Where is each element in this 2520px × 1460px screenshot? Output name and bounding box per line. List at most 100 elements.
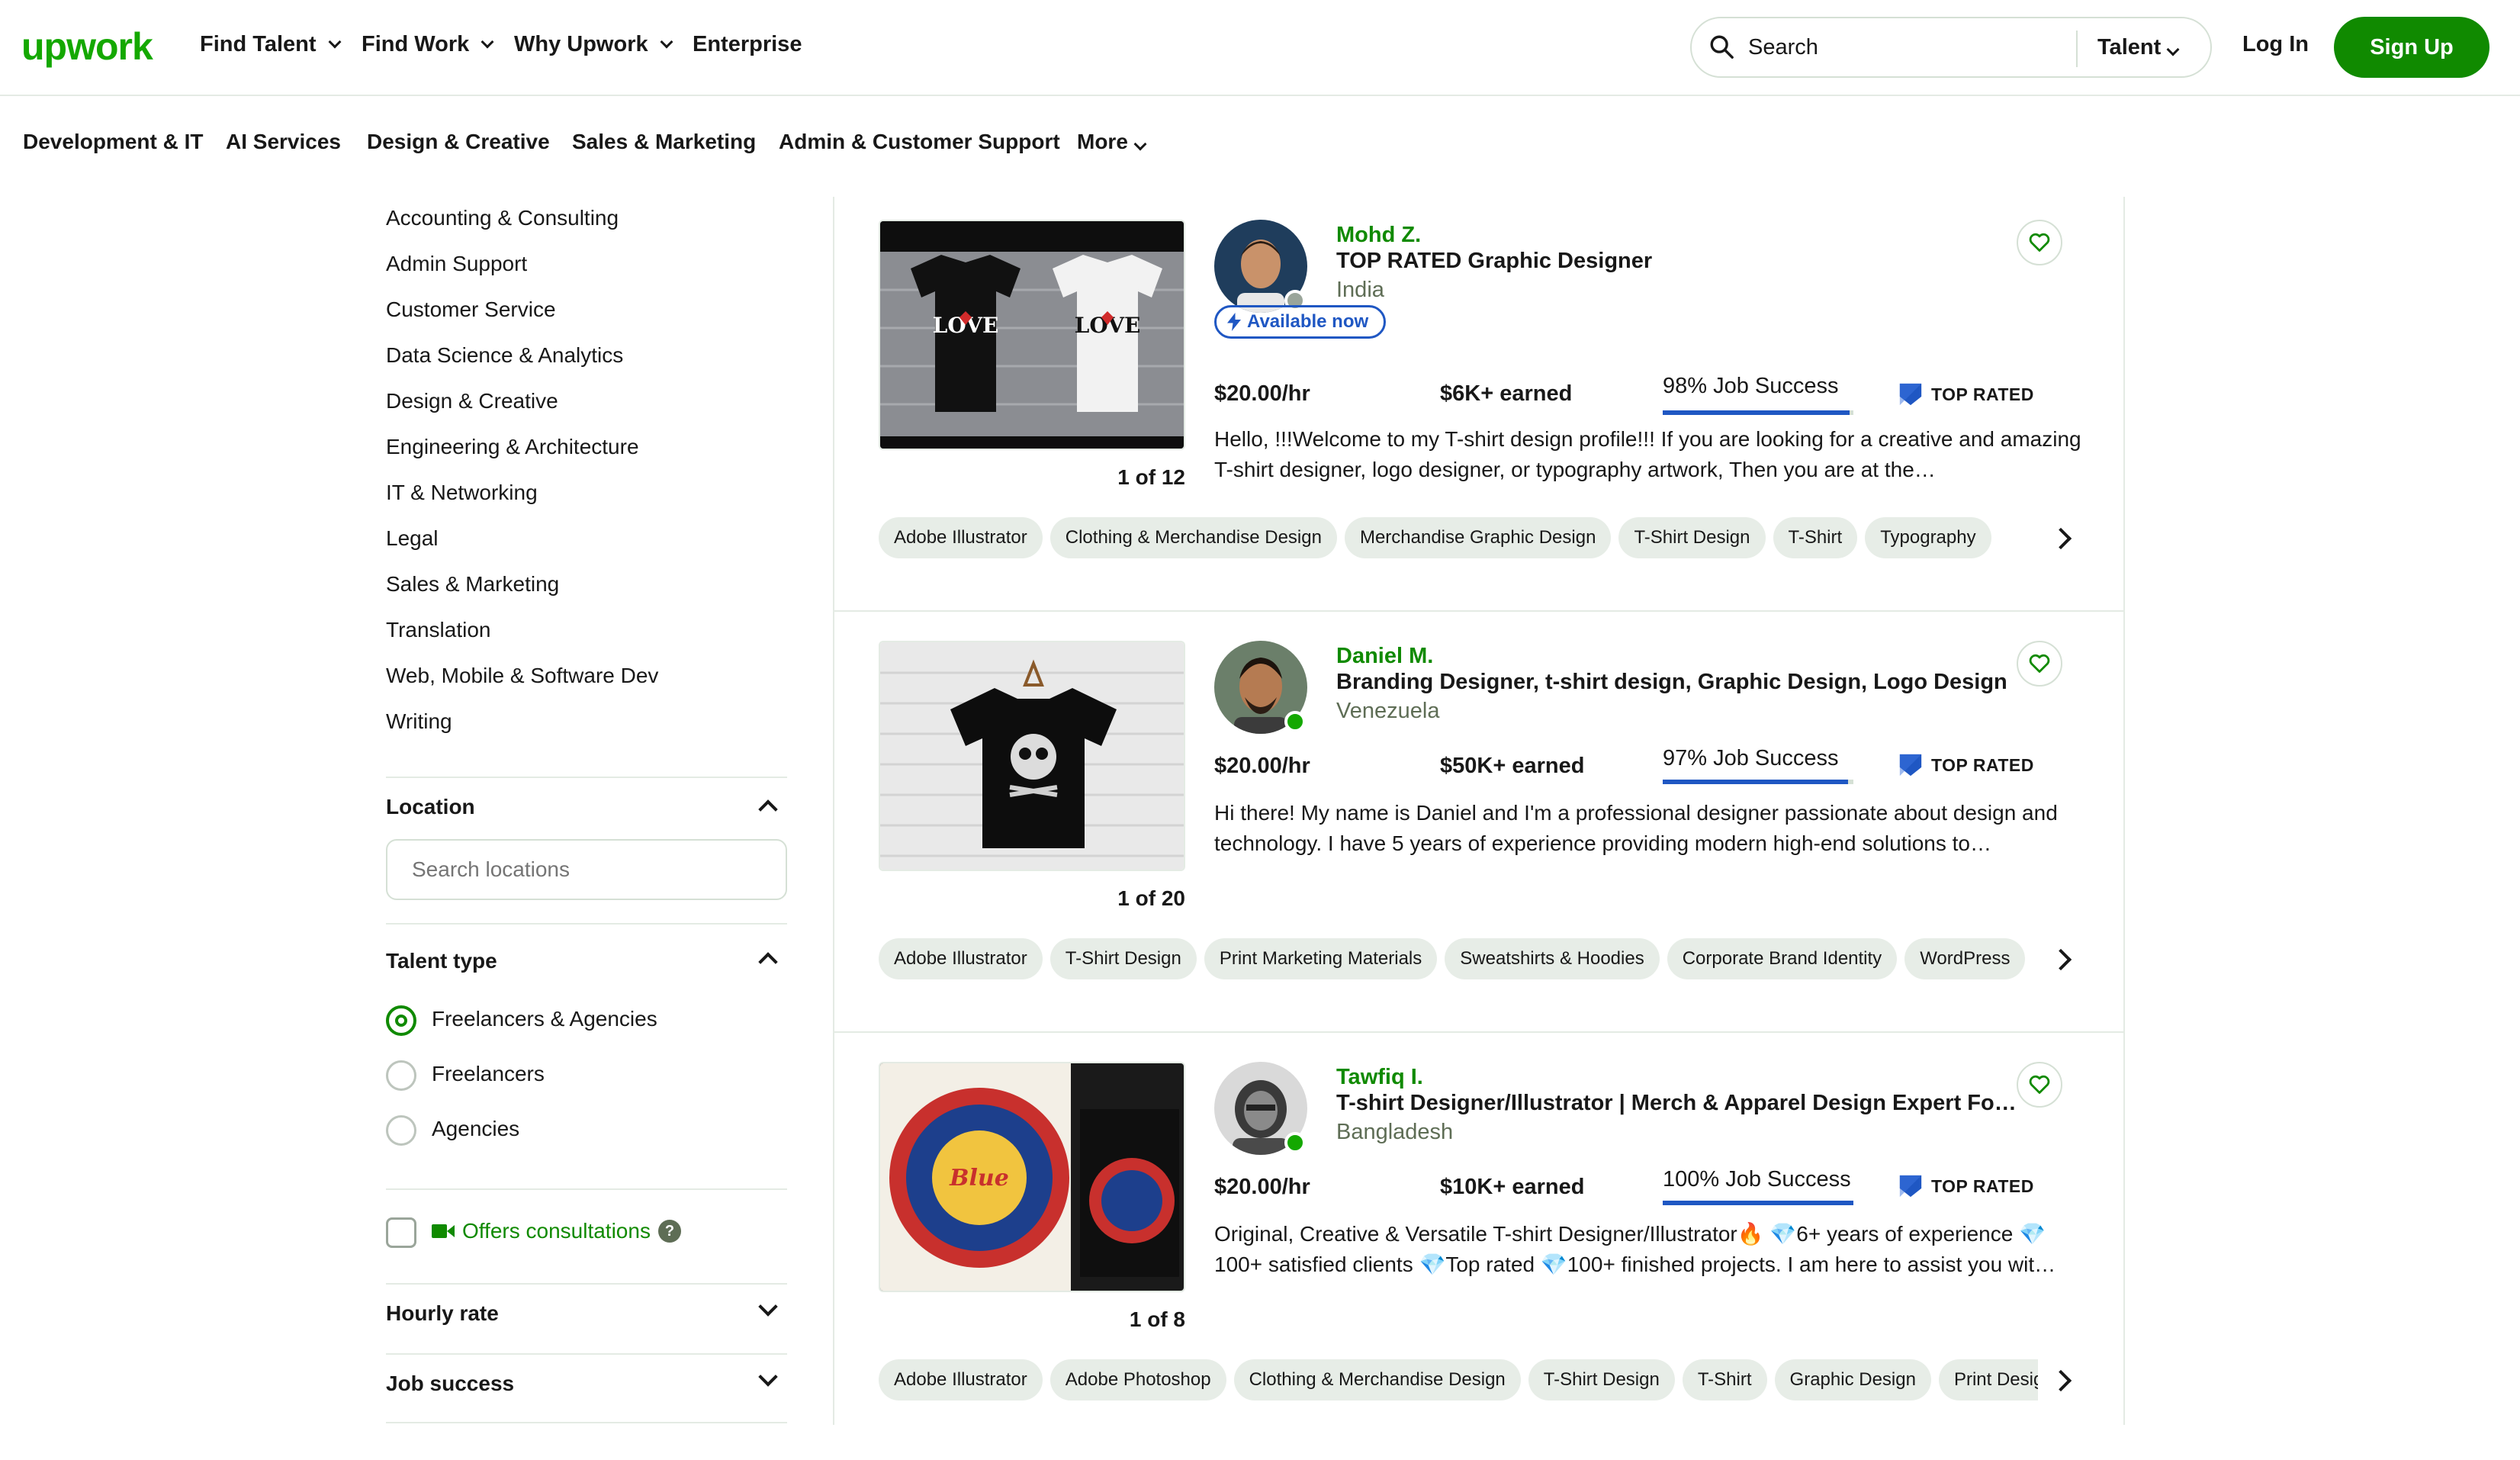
search-scope-label: Talent bbox=[2097, 35, 2162, 59]
skill-tag[interactable]: T-Shirt Design bbox=[1049, 938, 1197, 979]
nav-why-upwork[interactable]: Why Upwork bbox=[514, 32, 673, 57]
freelancer-name[interactable]: Mohd Z. bbox=[1336, 223, 1421, 248]
sidebar-category-link[interactable]: Writing bbox=[386, 709, 452, 734]
nav-enterprise[interactable]: Enterprise bbox=[693, 32, 802, 57]
sidebar-category-link[interactable]: Web, Mobile & Software Dev bbox=[386, 664, 658, 688]
sidebar-category-link[interactable]: Accounting & Consulting bbox=[386, 206, 619, 230]
shield-icon bbox=[1899, 754, 1922, 777]
skill-tag[interactable]: Clothing & Merchandise Design bbox=[1049, 517, 1337, 558]
skill-tag[interactable]: T-Shirt Design bbox=[1528, 1359, 1675, 1401]
freelancer-card[interactable]: Blue 1 of 8 Tawfiq I. T-shirt Designer/I… bbox=[833, 1039, 2125, 1460]
portfolio-thumbnail[interactable]: LOVE LOVE bbox=[879, 220, 1185, 450]
skill-tag[interactable]: Adobe Photoshop bbox=[1049, 1359, 1226, 1401]
sidebar-category-link[interactable]: Engineering & Architecture bbox=[386, 435, 639, 459]
talent-type-filter-title[interactable]: Talent type bbox=[386, 949, 497, 973]
heart-icon bbox=[2029, 654, 2050, 673]
sidebar-category-link[interactable]: Customer Service bbox=[386, 297, 556, 322]
radio-freelancers[interactable] bbox=[386, 1060, 416, 1091]
chevron-down-icon bbox=[660, 35, 673, 48]
chevron-down-icon bbox=[328, 35, 342, 48]
freelancer-name[interactable]: Daniel M. bbox=[1336, 644, 1433, 669]
category-admin-customer-support[interactable]: Admin & Customer Support bbox=[779, 130, 1060, 154]
signup-button[interactable]: Sign Up bbox=[2334, 17, 2489, 78]
skill-tag[interactable]: Corporate Brand Identity bbox=[1667, 938, 1898, 979]
hourly-rate-filter-title[interactable]: Hourly rate bbox=[386, 1301, 499, 1326]
freelancer-name[interactable]: Tawfiq I. bbox=[1336, 1065, 1423, 1090]
search-input[interactable]: Search bbox=[1748, 35, 1818, 60]
chevron-down-icon[interactable] bbox=[758, 1367, 778, 1387]
radio-freelancers-agencies[interactable] bbox=[386, 1005, 416, 1036]
chevron-up-icon[interactable] bbox=[758, 952, 778, 972]
sidebar-category-link[interactable]: Sales & Marketing bbox=[386, 572, 559, 597]
help-icon[interactable]: ? bbox=[657, 1220, 681, 1243]
search-divider bbox=[2076, 31, 2078, 67]
total-earned: $50K+ earned bbox=[1440, 754, 1585, 778]
save-heart-button[interactable] bbox=[2017, 1062, 2062, 1108]
category-ai-services[interactable]: AI Services bbox=[226, 130, 341, 154]
sidebar-category-link[interactable]: IT & Networking bbox=[386, 481, 538, 505]
chevron-right-icon[interactable] bbox=[2049, 527, 2072, 550]
sidebar-category-link[interactable]: Admin Support bbox=[386, 252, 527, 276]
save-heart-button[interactable] bbox=[2017, 220, 2062, 265]
search-scope-dropdown[interactable]: Talent bbox=[2097, 35, 2180, 60]
portfolio-thumbnail[interactable] bbox=[879, 641, 1185, 871]
category-sales-marketing[interactable]: Sales & Marketing bbox=[572, 130, 756, 154]
skill-tag[interactable]: T-Shirt bbox=[1682, 1359, 1767, 1401]
skill-tag[interactable]: Adobe Illustrator bbox=[879, 517, 1043, 558]
skill-tag[interactable]: Adobe Illustrator bbox=[879, 1359, 1043, 1401]
freelancer-card[interactable]: LOVE LOVE 1 of 12 Mohd Z. TOP RATED Grap… bbox=[833, 197, 2125, 618]
freelancer-card[interactable]: 1 of 20 Daniel M. Branding Designer, t-s… bbox=[833, 618, 2125, 1039]
hourly-rate: $20.00/hr bbox=[1214, 381, 1310, 406]
total-earned: $6K+ earned bbox=[1440, 381, 1573, 406]
sidebar-category-link[interactable]: Data Science & Analytics bbox=[386, 343, 623, 368]
nav-find-talent[interactable]: Find Talent bbox=[200, 32, 342, 57]
portfolio-image: LOVE LOVE bbox=[880, 221, 1184, 449]
chevron-down-icon[interactable] bbox=[758, 1297, 778, 1317]
skill-tag[interactable]: Graphic Design bbox=[1774, 1359, 1931, 1401]
top-rated-badge: TOP RATED bbox=[1898, 752, 2034, 778]
divider bbox=[386, 923, 787, 925]
upwork-logo[interactable]: upwork bbox=[21, 24, 153, 69]
radio-agencies[interactable] bbox=[386, 1115, 416, 1146]
chevron-right-icon[interactable] bbox=[2049, 1369, 2072, 1392]
chevron-up-icon[interactable] bbox=[758, 799, 778, 819]
skill-tag[interactable]: T-Shirt bbox=[1773, 517, 1858, 558]
skill-tag[interactable]: Sweatshirts & Hoodies bbox=[1445, 938, 1660, 979]
search-locations-input[interactable] bbox=[386, 839, 787, 900]
skill-tag[interactable]: WordPress bbox=[1904, 938, 2026, 979]
divider bbox=[386, 1353, 787, 1355]
radio-label-freelancers[interactable]: Freelancers bbox=[432, 1062, 545, 1086]
location-filter-title[interactable]: Location bbox=[386, 795, 475, 819]
skill-tag[interactable]: Typography bbox=[1865, 517, 1991, 558]
sidebar-category-link[interactable]: Design & Creative bbox=[386, 389, 558, 413]
sidebar-category-link[interactable]: Translation bbox=[386, 618, 490, 642]
search-bar[interactable]: Search Talent bbox=[1690, 17, 2212, 78]
radio-label-freelancers-agencies[interactable]: Freelancers & Agencies bbox=[432, 1007, 657, 1031]
job-success-fill bbox=[1663, 1201, 1853, 1205]
login-link[interactable]: Log In bbox=[2242, 32, 2309, 57]
skill-tag[interactable]: Print Design bbox=[1938, 1359, 2038, 1401]
skill-tag[interactable]: Print Marketing Materials bbox=[1204, 938, 1438, 979]
nav-why-upwork-label: Why Upwork bbox=[514, 32, 648, 56]
nav-find-talent-label: Find Talent bbox=[200, 32, 317, 56]
chevron-down-icon bbox=[481, 35, 494, 48]
nav-find-work[interactable]: Find Work bbox=[362, 32, 494, 57]
skill-tag[interactable]: Clothing & Merchandise Design bbox=[1233, 1359, 1521, 1401]
job-success-bar bbox=[1663, 780, 1853, 784]
category-more[interactable]: More bbox=[1077, 130, 1147, 154]
top-rated-badge: TOP RATED bbox=[1898, 1173, 2034, 1199]
skill-tag[interactable]: T-Shirt Design bbox=[1618, 517, 1766, 558]
portfolio-thumbnail[interactable]: Blue bbox=[879, 1062, 1185, 1292]
skill-tag[interactable]: Adobe Illustrator bbox=[879, 938, 1043, 979]
save-heart-button[interactable] bbox=[2017, 641, 2062, 687]
skill-list: Adobe Illustrator T-Shirt Design Print Mar… bbox=[879, 938, 2038, 979]
skill-tag[interactable]: Merchandise Graphic Design bbox=[1344, 517, 1612, 558]
category-design-creative[interactable]: Design & Creative bbox=[367, 130, 550, 154]
category-development-it[interactable]: Development & IT bbox=[23, 130, 203, 154]
offers-consultations-checkbox[interactable] bbox=[386, 1217, 416, 1248]
chevron-right-icon[interactable] bbox=[2049, 948, 2072, 971]
job-success-filter-title[interactable]: Job success bbox=[386, 1372, 514, 1396]
offers-consultations-label[interactable]: Offers consultations ? bbox=[432, 1219, 681, 1243]
sidebar-category-link[interactable]: Legal bbox=[386, 526, 439, 551]
radio-label-agencies[interactable]: Agencies bbox=[432, 1117, 519, 1141]
